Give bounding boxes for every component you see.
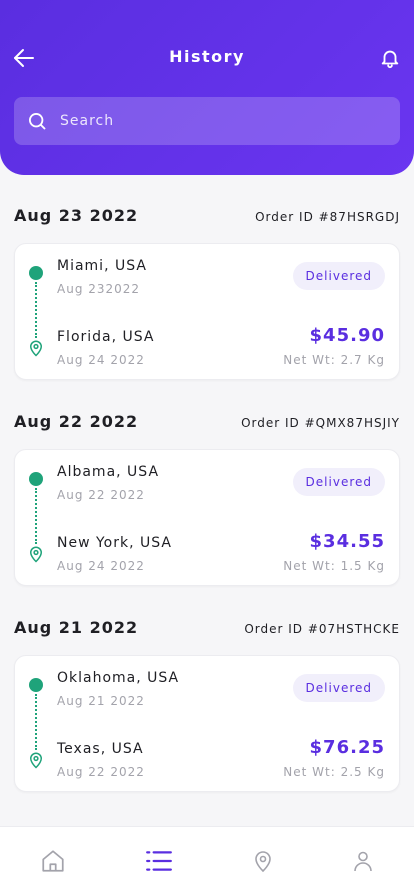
location-pin-icon (255, 851, 271, 873)
tab-history[interactable] (145, 847, 173, 875)
header: History (0, 0, 414, 175)
page-title: History (169, 47, 245, 66)
list-icon (146, 851, 172, 871)
net-weight: Net Wt: 2.5 Kg (283, 765, 385, 779)
destination-location: New York, USA (57, 535, 172, 551)
bottom-tab-bar (0, 826, 414, 896)
status-badge: Delivered (292, 468, 385, 496)
destination-pin-icon (29, 546, 43, 563)
profile-icon (354, 851, 372, 872)
origin-dot-icon (29, 266, 43, 280)
status-badge: Delivered (292, 674, 385, 702)
tab-tracking[interactable] (249, 847, 277, 875)
destination-pin-icon (29, 752, 43, 769)
route-line (35, 282, 37, 338)
origin-date: Aug 232022 (57, 282, 141, 296)
notifications-button[interactable] (376, 44, 404, 72)
tab-profile[interactable] (349, 847, 377, 875)
net-weight: Net Wt: 1.5 Kg (283, 559, 385, 573)
order-card[interactable]: Albama, USA Aug 22 2022 New York, USA Au… (14, 449, 400, 586)
destination-date: Aug 24 2022 (57, 559, 145, 573)
net-weight: Net Wt: 2.7 Kg (283, 353, 385, 367)
order-price: $34.55 (309, 531, 385, 552)
origin-date: Aug 21 2022 (57, 694, 145, 708)
destination-pin-icon (29, 340, 43, 357)
order-price: $76.25 (309, 737, 385, 758)
order-card[interactable]: Oklahoma, USA Aug 21 2022 Texas, USA Aug… (14, 655, 400, 792)
order-group-date: Aug 23 2022 (14, 206, 139, 225)
order-price: $45.90 (309, 325, 385, 346)
destination-date: Aug 22 2022 (57, 765, 145, 779)
tab-home[interactable] (39, 847, 67, 875)
search-icon (26, 110, 48, 132)
search-input[interactable] (48, 97, 400, 145)
destination-date: Aug 24 2022 (57, 353, 145, 367)
status-badge: Delivered (292, 262, 385, 290)
origin-location: Oklahoma, USA (57, 670, 180, 686)
order-group-header: Aug 21 2022 Order ID #07HSTHCKE (14, 618, 400, 637)
order-id: Order ID #87HSRGDJ (255, 210, 400, 224)
order-group-date: Aug 22 2022 (14, 412, 139, 431)
search-bar[interactable] (14, 97, 400, 145)
destination-location: Florida, USA (57, 329, 155, 345)
route-line (35, 488, 37, 544)
order-card[interactable]: Miami, USA Aug 232022 Florida, USA Aug 2… (14, 243, 400, 380)
route-line (35, 694, 37, 750)
origin-location: Miami, USA (57, 258, 147, 274)
origin-date: Aug 22 2022 (57, 488, 145, 502)
home-icon (42, 850, 64, 872)
order-id: Order ID #QMX87HSJIY (241, 416, 400, 430)
origin-dot-icon (29, 678, 43, 692)
order-group-date: Aug 21 2022 (14, 618, 139, 637)
order-id: Order ID #07HSTHCKE (244, 622, 400, 636)
bell-icon (381, 50, 399, 69)
origin-dot-icon (29, 472, 43, 486)
order-group-header: Aug 23 2022 Order ID #87HSRGDJ (14, 206, 400, 225)
order-group-header: Aug 22 2022 Order ID #QMX87HSJIY (14, 412, 400, 431)
destination-location: Texas, USA (57, 741, 144, 757)
origin-location: Albama, USA (57, 464, 160, 480)
